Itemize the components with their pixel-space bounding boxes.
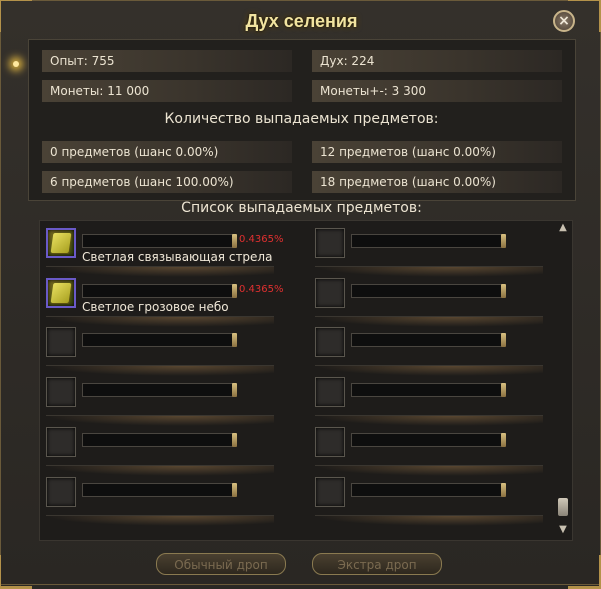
item-slot[interactable] — [315, 327, 345, 357]
drop-count-option: 0 предметов (шанс 0.00%) — [42, 141, 292, 163]
item-slot[interactable] — [46, 427, 76, 457]
exp-stat: Опыт: 755 — [42, 50, 292, 72]
chance-bar — [82, 383, 237, 397]
chance-bar — [351, 234, 506, 248]
row-divider — [46, 415, 274, 426]
book-icon — [50, 283, 72, 303]
drop-count-option: 6 предметов (шанс 100.00%) — [42, 171, 292, 193]
list-item[interactable] — [46, 327, 276, 376]
row-divider — [46, 515, 274, 526]
chance-bar — [82, 333, 237, 347]
extra-drop-button[interactable]: Экстра дроп — [312, 553, 442, 575]
list-scrollbar[interactable]: ▲ ▼ — [556, 222, 570, 536]
normal-drop-button[interactable]: Обычный дроп — [156, 553, 286, 575]
sparkle-decoration — [13, 61, 19, 67]
item-slot[interactable] — [315, 427, 345, 457]
list-item[interactable] — [315, 228, 545, 277]
list-item[interactable] — [315, 477, 545, 526]
list-item[interactable] — [46, 477, 276, 526]
drop-count-option: 18 предметов (шанс 0.00%) — [312, 171, 562, 193]
chance-bar — [82, 483, 237, 497]
item-name: Светлая связывающая стрела — [82, 250, 273, 264]
chance-bar — [351, 383, 506, 397]
list-item[interactable]: 0.4365% Светлая связывающая стрела — [46, 228, 284, 277]
chance-bar — [82, 234, 237, 248]
list-item[interactable] — [46, 377, 276, 426]
item-slot[interactable] — [46, 327, 76, 357]
coins-stat: Монеты: 11 000 — [42, 80, 292, 102]
spirit-stat: Дух: 224 — [312, 50, 562, 72]
drop-count-title: Количество выпадаемых предметов: — [164, 111, 439, 127]
list-item[interactable] — [315, 278, 545, 327]
scroll-thumb[interactable] — [558, 498, 568, 516]
chance-bar — [82, 433, 237, 447]
drop-list-title: Список выпадаемых предметов: — [181, 200, 422, 216]
close-button[interactable]: × — [553, 10, 575, 32]
item-slot[interactable] — [46, 377, 76, 407]
coins-pm-stat: Монеты+-: 3 300 — [312, 80, 562, 102]
list-item[interactable] — [46, 427, 276, 476]
item-slot[interactable] — [46, 278, 76, 308]
item-name: Светлое грозовое небо — [82, 300, 229, 314]
item-slot[interactable] — [46, 228, 76, 258]
item-slot[interactable] — [315, 278, 345, 308]
row-divider — [46, 266, 274, 277]
scroll-up-icon[interactable]: ▲ — [556, 222, 570, 234]
row-divider — [315, 266, 543, 277]
chance-bar — [351, 284, 506, 298]
item-slot[interactable] — [315, 228, 345, 258]
item-chance: 0.4365% — [239, 234, 284, 245]
list-item[interactable] — [315, 327, 545, 376]
chance-bar — [351, 433, 506, 447]
chance-bar — [351, 483, 506, 497]
item-slot[interactable] — [46, 477, 76, 507]
frame-corner-bottom-left — [0, 555, 32, 589]
item-chance: 0.4365% — [239, 284, 284, 295]
row-divider — [46, 365, 274, 376]
item-slot[interactable] — [315, 477, 345, 507]
row-divider — [315, 465, 543, 476]
spirit-window: Дух селения × Опыт: 755 Дух: 224 Монеты:… — [0, 0, 601, 589]
item-slot[interactable] — [315, 377, 345, 407]
row-divider — [46, 316, 274, 327]
book-icon — [50, 233, 72, 253]
row-divider — [46, 465, 274, 476]
row-divider — [315, 515, 543, 526]
chance-bar — [82, 284, 237, 298]
scroll-down-icon[interactable]: ▼ — [556, 524, 570, 536]
row-divider — [315, 365, 543, 376]
list-item[interactable]: 0.4365% Светлое грозовое небо — [46, 278, 284, 327]
close-icon: × — [558, 13, 570, 29]
frame-corner-bottom-right — [568, 555, 601, 589]
row-divider — [315, 415, 543, 426]
chance-bar — [351, 333, 506, 347]
row-divider — [315, 316, 543, 327]
list-item[interactable] — [315, 377, 545, 426]
window-title: Дух селения — [245, 11, 358, 31]
list-item[interactable] — [315, 427, 545, 476]
drop-count-option: 12 предметов (шанс 0.00%) — [312, 141, 562, 163]
